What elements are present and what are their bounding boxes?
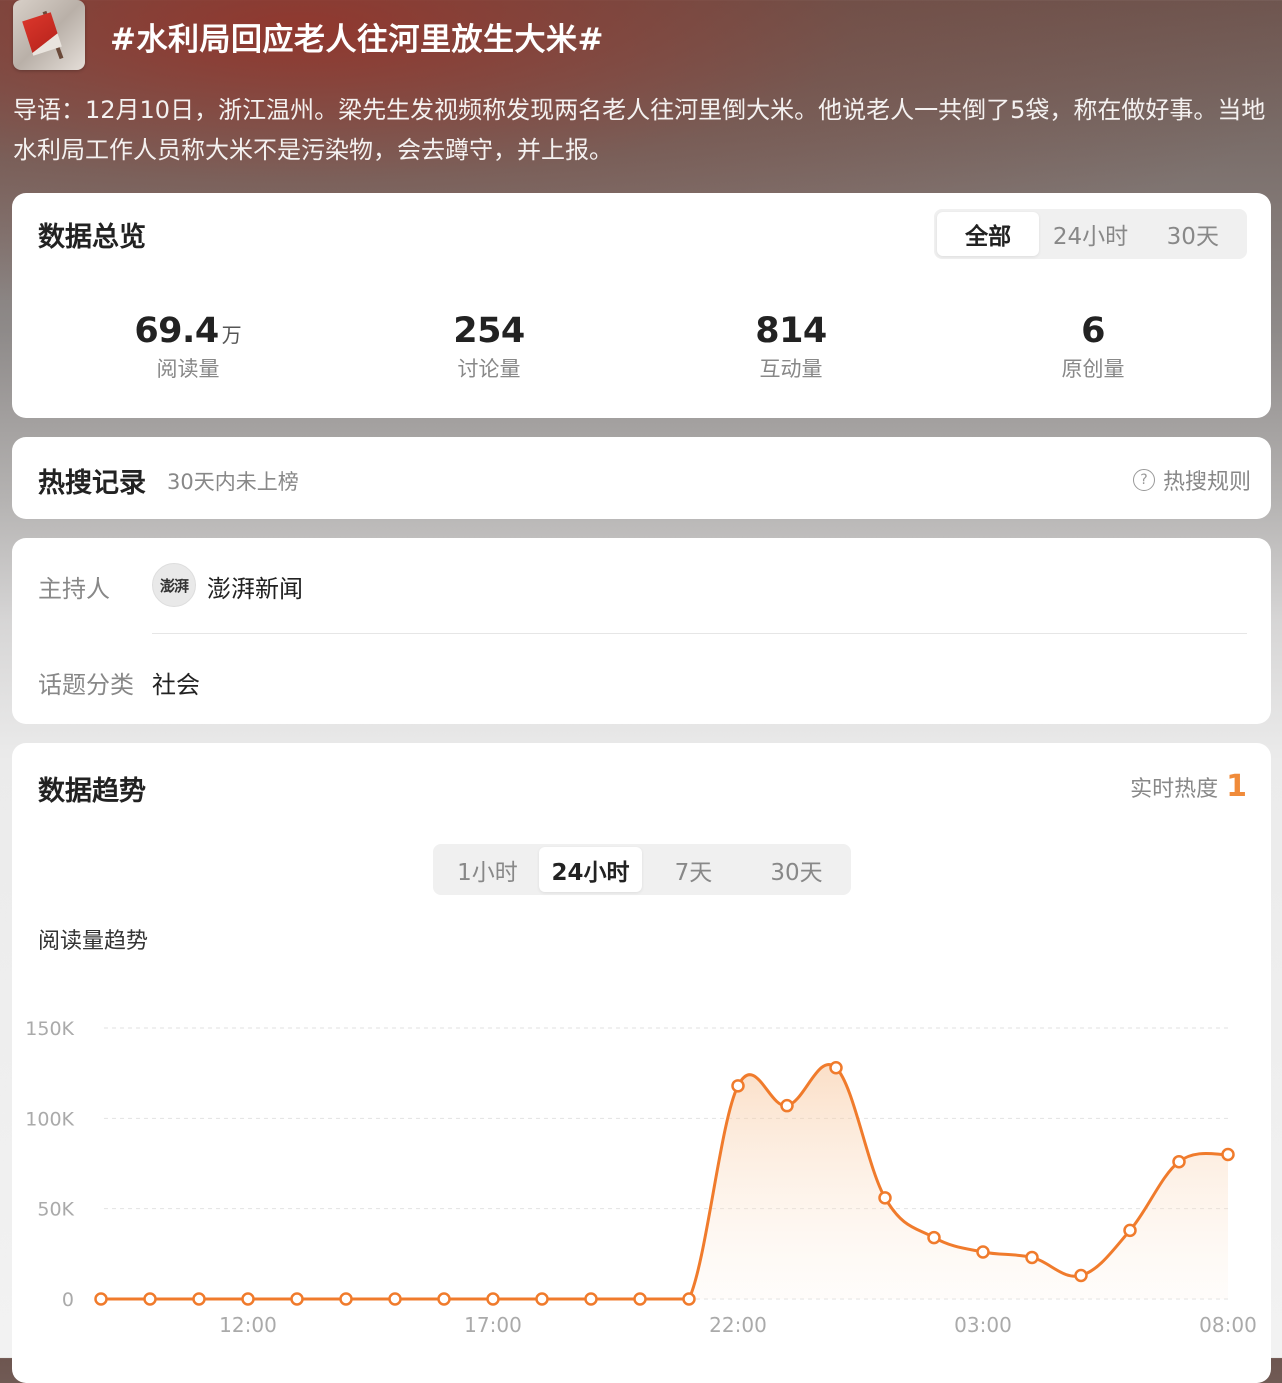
data-point [1025, 1250, 1039, 1265]
data-point [682, 1292, 696, 1306]
overview-tab-24h[interactable]: 24小时 [1039, 212, 1141, 256]
series-area [101, 1064, 1228, 1299]
data-point [633, 1292, 647, 1306]
data-point [339, 1292, 353, 1306]
data-point [829, 1060, 843, 1075]
y-tick-label: 100K [25, 1108, 74, 1130]
category-value: 社会 [152, 671, 200, 699]
stat-discussions-label: 讨论量 [457, 357, 521, 381]
data-point [584, 1292, 598, 1306]
stat-interactions-label: 互动量 [759, 357, 823, 381]
stat-reads-value: 69.4 [134, 311, 219, 351]
hot-search-card: 热搜记录 30天内未上榜 ? 热搜规则 [12, 437, 1271, 519]
data-point [486, 1292, 500, 1306]
y-tick-label: 0 [62, 1289, 74, 1311]
overview-tab-all[interactable]: 全部 [937, 212, 1040, 256]
overview-tab-30d[interactable]: 30天 [1142, 212, 1244, 256]
topic-thumbnail [13, 0, 85, 70]
data-point [535, 1292, 549, 1306]
stat-interactions: 814 互动量 [671, 311, 911, 383]
host-name[interactable]: 澎湃新闻 [207, 569, 303, 604]
host-avatar-text: 澎湃 [159, 576, 189, 595]
data-point [1172, 1154, 1186, 1169]
stat-interactions-value: 814 [755, 311, 827, 351]
overview-title: 数据总览 [38, 222, 146, 253]
data-point [780, 1098, 794, 1113]
x-tick-label: 03:00 [954, 1313, 1012, 1337]
data-point [192, 1292, 206, 1306]
trend-card: 数据趋势 实时热度 1 1小时 24小时 7天 30天 阅读量趋势 0 50K 10… [12, 743, 1271, 1383]
y-tick-label: 50K [37, 1199, 74, 1221]
x-tick-label: 12:00 [219, 1313, 277, 1337]
stat-originals: 6 原创量 [973, 311, 1213, 383]
data-point [878, 1191, 892, 1205]
stat-reads-label: 阅读量 [156, 357, 220, 381]
data-point [388, 1292, 402, 1306]
data-point [976, 1245, 990, 1259]
stat-originals-value: 6 [1081, 311, 1105, 351]
info-divider [152, 633, 1247, 634]
read-trend-chart: 0 50K 100K 150K 12:00 17:00 22:00 03:00 08:00 [25, 1018, 1257, 1337]
data-point [143, 1292, 157, 1306]
hot-search-note: 30天内未上榜 [167, 470, 299, 494]
question-circle-icon: ? [1132, 469, 1155, 491]
host-avatar[interactable]: 澎湃 [152, 563, 196, 607]
data-point [437, 1292, 451, 1306]
data-point [241, 1292, 255, 1306]
hot-search-rules-label: 热搜规则 [1162, 470, 1251, 495]
series-line [101, 1063, 1229, 1301]
x-tick-label: 08:00 [1199, 1313, 1257, 1337]
hot-search-rules-link[interactable]: ? 热搜规则 [1132, 464, 1251, 496]
stat-discussions: 254 讨论量 [369, 311, 609, 383]
data-point [1074, 1268, 1088, 1283]
category-label: 话题分类 [38, 671, 134, 699]
overview-range-tabs: 全部 24小时 30天 [934, 209, 1247, 259]
overview-card: 数据总览 全部 24小时 30天 69.4 万 阅读量 254 讨论量 814 互… [12, 193, 1271, 418]
data-point [927, 1230, 941, 1245]
data-point [94, 1292, 108, 1306]
topic-info-card: 主持人 澎湃 澎湃新闻 话题分类 社会 [12, 538, 1271, 724]
y-tick-label: 150K [25, 1018, 74, 1040]
data-point [1123, 1223, 1137, 1238]
data-point [290, 1292, 304, 1306]
topic-title: #水利局回应老人往河里放生大米# [110, 22, 604, 58]
stat-discussions-value: 254 [453, 311, 525, 351]
stat-reads-unit: 万 [221, 323, 242, 347]
x-tick-label: 17:00 [464, 1313, 522, 1337]
data-point [731, 1079, 745, 1093]
data-point [1221, 1147, 1235, 1162]
x-tick-label: 22:00 [709, 1313, 767, 1337]
hot-search-title: 热搜记录 [38, 468, 146, 499]
stat-reads: 69.4 万 阅读量 [68, 311, 308, 383]
host-label: 主持人 [38, 575, 110, 603]
topic-intro: 导语：12月10日，浙江温州。梁先生发视频称发现两名老人往河里倒大米。他说老人一… [13, 96, 1266, 164]
stat-originals-label: 原创量 [1061, 357, 1125, 381]
